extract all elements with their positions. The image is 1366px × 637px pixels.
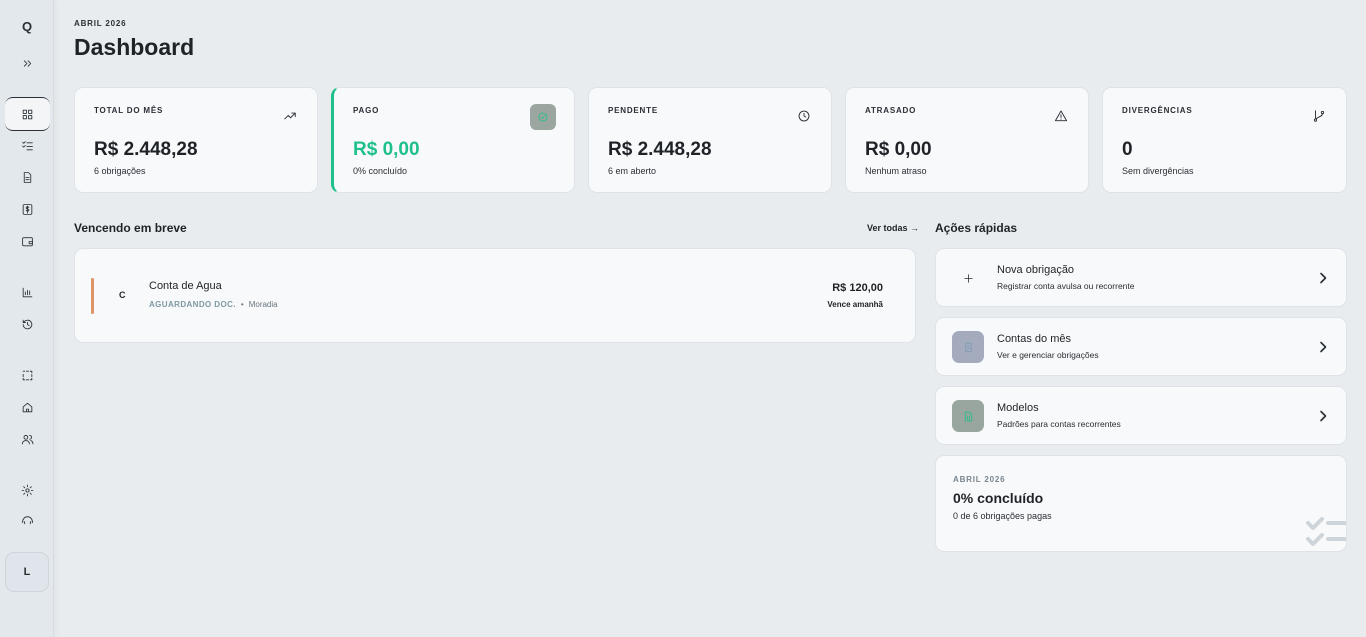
alert-triangle-icon <box>1054 109 1068 123</box>
chevrons-right-icon <box>23 59 31 67</box>
avatar[interactable]: L <box>5 552 49 592</box>
receipt-icon <box>952 331 984 363</box>
sidebar-item-home[interactable] <box>0 393 54 421</box>
stat-sub: Nenhum atraso <box>865 166 927 176</box>
sidebar-item-reports[interactable] <box>0 278 54 306</box>
users-icon <box>21 434 33 444</box>
checklist-icon <box>1302 513 1346 551</box>
plus-icon <box>952 262 984 294</box>
file-icon <box>23 171 31 183</box>
sidebar-item-payments[interactable] <box>0 195 54 223</box>
sidebar-item-settings[interactable] <box>0 476 54 504</box>
bar-chart-icon <box>22 287 32 297</box>
list-check-icon <box>21 140 33 150</box>
headset-icon <box>21 515 33 524</box>
stat-value: R$ 0,00 <box>353 139 420 160</box>
progress-card: ABRIL 2026 0% concluído 0 de 6 obrigaçõe… <box>935 455 1347 552</box>
stat-sub: 6 em aberto <box>608 166 657 176</box>
clock-icon <box>797 109 811 123</box>
stat-value: R$ 2.448,28 <box>608 139 712 160</box>
stat-card-total[interactable]: TOTAL DO MÊS R$ 2.448,28 6 obrigações <box>74 87 318 193</box>
dollar-icon <box>22 203 32 215</box>
item-initial: C <box>119 290 126 300</box>
sidebar-item-support[interactable] <box>0 506 54 534</box>
stat-label: PAGO <box>353 106 380 115</box>
header-period: ABRIL 2026 <box>74 19 127 28</box>
quick-actions-title: Ações rápidas <box>935 221 1018 235</box>
quick-action-sub: Registrar conta avulsa ou recorrente <box>997 281 1135 291</box>
stat-value: R$ 2.448,28 <box>94 139 198 160</box>
stat-label: PENDENTE <box>608 106 658 115</box>
meta-separator: • <box>240 300 244 309</box>
check-circle-icon <box>530 104 556 130</box>
stat-card-pending[interactable]: PENDENTE R$ 2.448,28 6 em aberto <box>588 87 832 193</box>
upcoming-title: Vencendo em breve <box>74 221 187 235</box>
template-icon <box>952 400 984 432</box>
stat-card-overdue[interactable]: ATRASADO R$ 0,00 Nenhum atraso <box>845 87 1089 193</box>
quick-action-title: Contas do mês <box>997 333 1071 345</box>
stat-sub: Sem divergências <box>1122 166 1194 176</box>
dashed-square-icon <box>22 370 32 380</box>
progress-sub: 0 de 6 obrigações pagas <box>953 511 1052 521</box>
progress-title: 0% concluído <box>953 490 1044 506</box>
trending-up-icon <box>283 109 297 123</box>
item-category: Moradia <box>248 300 278 309</box>
sidebar-item-selection[interactable] <box>0 361 54 389</box>
wallet-icon <box>21 236 33 246</box>
expand-sidebar-button[interactable] <box>0 49 54 77</box>
sidebar: Q L <box>0 0 54 637</box>
grid-icon <box>22 109 32 119</box>
chevron-right-icon <box>1318 409 1328 422</box>
stat-card-paid[interactable]: PAGO R$ 0,00 0% concluído <box>331 87 575 193</box>
sidebar-item-wallet[interactable] <box>0 227 54 255</box>
status-accent-bar <box>91 278 94 314</box>
app-logo[interactable]: Q <box>0 12 54 40</box>
quick-action-month-bills[interactable]: Contas do mês Ver e gerenciar obrigações <box>935 317 1347 376</box>
item-due: Vence amanhã <box>827 300 883 309</box>
sidebar-item-history[interactable] <box>0 310 54 338</box>
item-amount: R$ 120,00 <box>832 282 883 294</box>
stat-card-divergences[interactable]: DIVERGÊNCIAS 0 Sem divergências <box>1102 87 1347 193</box>
progress-period: ABRIL 2026 <box>953 475 1006 484</box>
git-branch-icon <box>1312 109 1326 123</box>
chevron-right-icon <box>1318 340 1328 353</box>
quick-action-templates[interactable]: Modelos Padrões para contas recorrentes <box>935 386 1347 445</box>
item-name: Conta de Agua <box>149 280 222 292</box>
sidebar-item-users[interactable] <box>0 425 54 453</box>
page-title: Dashboard <box>74 34 195 60</box>
upcoming-list: C Conta de Agua AGUARDANDO DOC. • Moradi… <box>74 248 916 343</box>
stat-sub: 6 obrigações <box>94 166 146 176</box>
status-badge: AGUARDANDO DOC. <box>149 300 236 309</box>
quick-action-sub: Ver e gerenciar obrigações <box>997 350 1099 360</box>
stat-label: DIVERGÊNCIAS <box>1122 106 1193 115</box>
stat-value: R$ 0,00 <box>865 139 932 160</box>
quick-action-title: Nova obrigação <box>997 264 1075 276</box>
see-all-link[interactable]: Ver todas → <box>867 223 919 233</box>
quick-action-new-obligation[interactable]: Nova obrigação Registrar conta avulsa ou… <box>935 248 1347 307</box>
chevron-right-icon <box>1318 271 1328 284</box>
sidebar-item-dashboard[interactable] <box>0 100 54 128</box>
sidebar-item-documents[interactable] <box>0 163 54 191</box>
stat-label: TOTAL DO MÊS <box>94 106 164 115</box>
stat-value: 0 <box>1122 139 1133 160</box>
home-icon <box>22 402 32 412</box>
quick-action-title: Modelos <box>997 402 1039 414</box>
history-icon <box>22 319 32 329</box>
gear-icon <box>21 484 33 496</box>
stat-sub: 0% concluído <box>353 166 408 176</box>
item-meta: AGUARDANDO DOC. • Moradia <box>149 300 278 309</box>
sidebar-item-checklist[interactable] <box>0 131 54 159</box>
quick-action-sub: Padrões para contas recorrentes <box>997 419 1121 429</box>
stat-label: ATRASADO <box>865 106 917 115</box>
